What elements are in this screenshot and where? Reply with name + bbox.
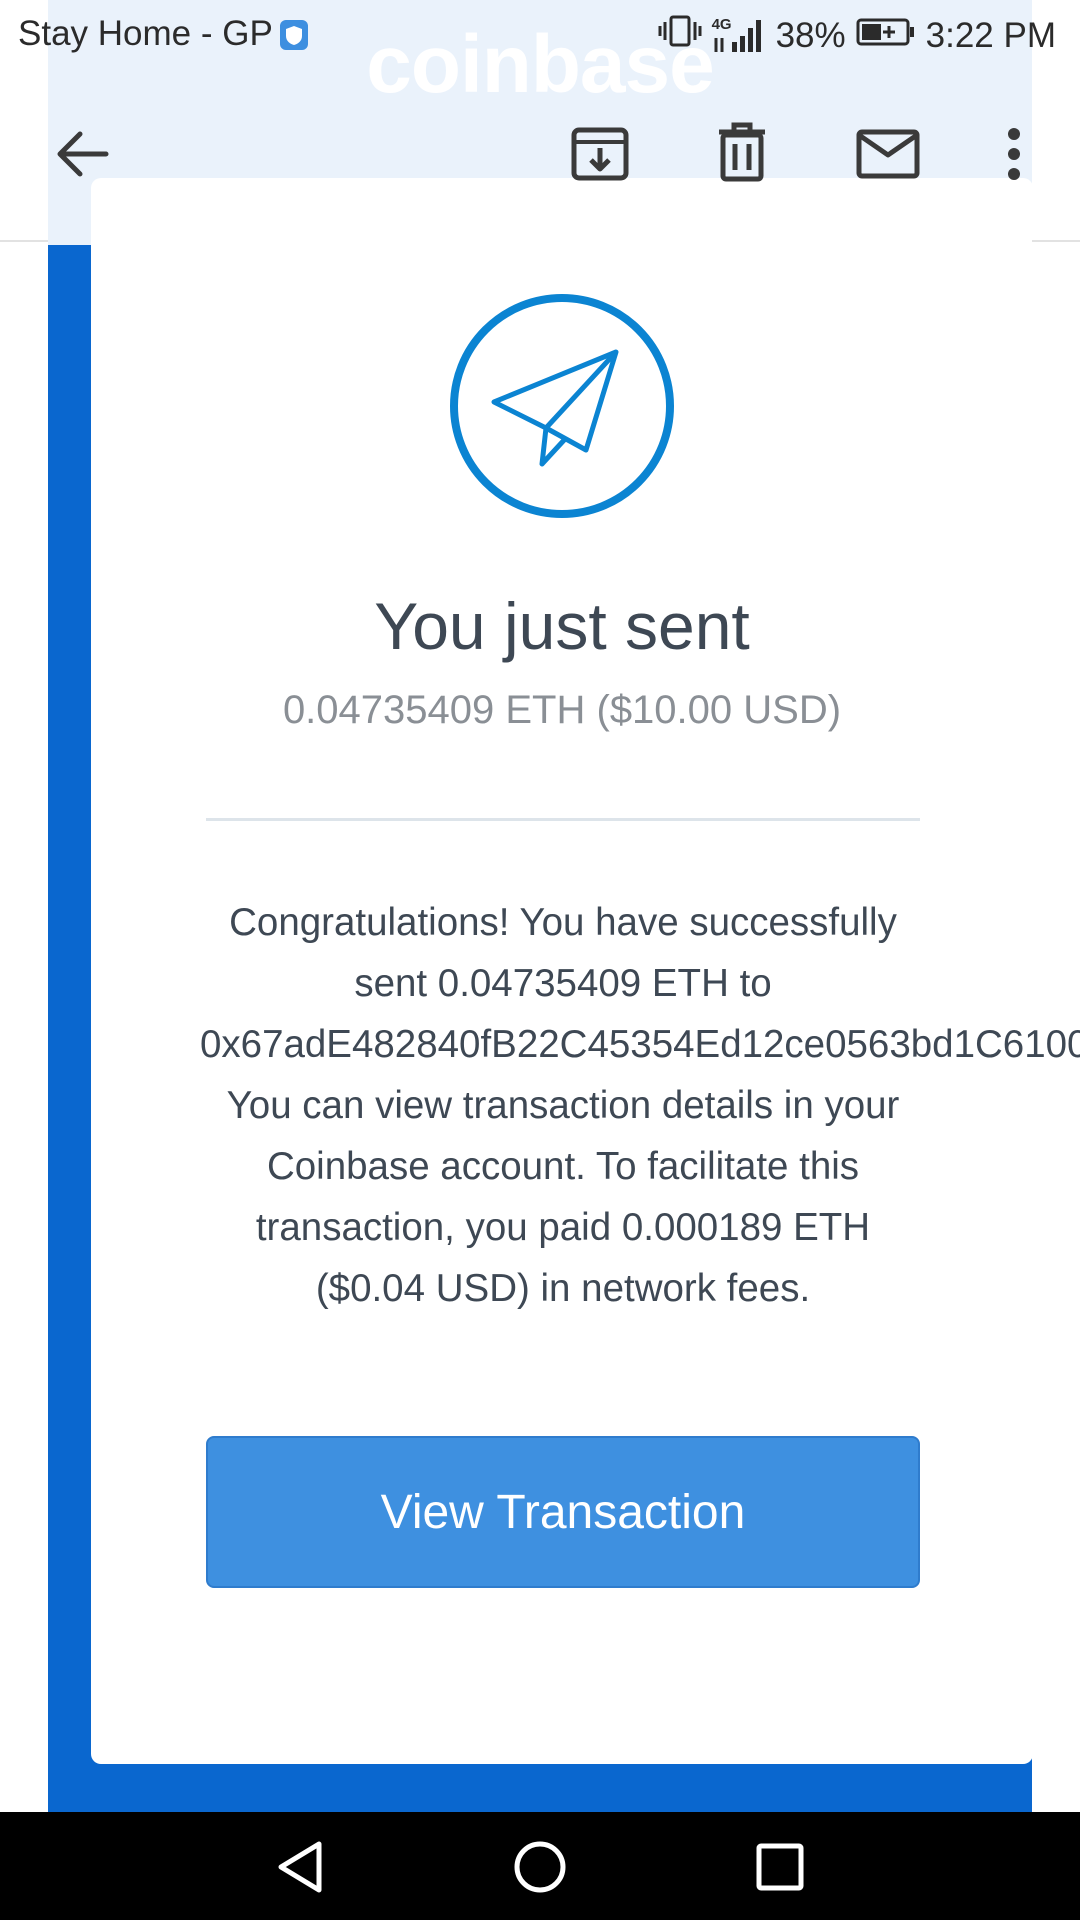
- nav-home-icon[interactable]: [505, 1832, 575, 1902]
- paper-plane-icon: [448, 292, 676, 520]
- status-left: Stay Home - GP: [18, 14, 309, 54]
- back-arrow-icon[interactable]: [42, 114, 122, 194]
- shield-icon: [279, 19, 309, 50]
- email-toolbar: [0, 72, 1080, 242]
- battery-icon: [856, 16, 916, 56]
- nav-recents-icon[interactable]: [745, 1832, 815, 1902]
- archive-icon[interactable]: [560, 112, 640, 192]
- sent-amount: 0.04735409 ETH ($10.00 USD): [282, 688, 842, 732]
- carrier-text: Stay Home - GP: [18, 14, 273, 53]
- content-divider: [206, 818, 920, 821]
- vibrate-icon: [658, 14, 702, 57]
- more-vert-icon[interactable]: [974, 114, 1054, 194]
- nav-back-icon[interactable]: [265, 1832, 335, 1902]
- system-nav-bar: [0, 1812, 1080, 1920]
- confirmation-message: Congratulations! You have successfully s…: [200, 901, 1080, 1310]
- view-transaction-button[interactable]: View Transaction: [206, 1436, 920, 1588]
- status-right: 4G 38% 3:22 PM: [658, 14, 1056, 57]
- status-bar: Stay Home - GP 4G 38% 3:22 PM: [0, 0, 1080, 72]
- clock: 3:22 PM: [925, 15, 1056, 55]
- toolbar-divider: [1032, 240, 1080, 242]
- mail-icon[interactable]: [848, 114, 928, 194]
- signal-icon: 4G: [712, 16, 766, 54]
- email-headline: You just sent: [374, 589, 750, 663]
- trash-icon[interactable]: [702, 112, 782, 192]
- battery-percent: 38%: [775, 15, 846, 55]
- toolbar-divider: [0, 240, 48, 242]
